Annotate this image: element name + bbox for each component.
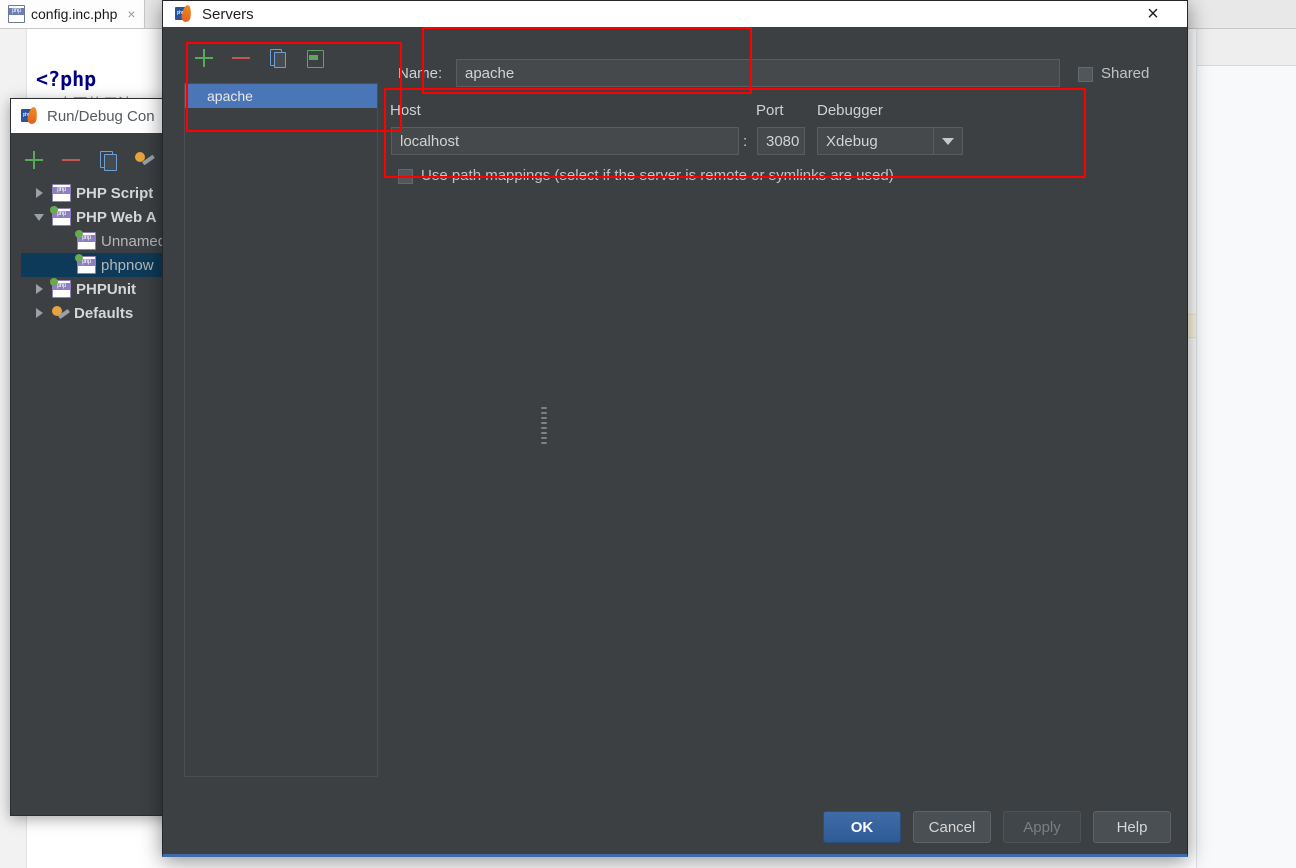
servers-list[interactable]: apache	[184, 83, 378, 777]
phpstorm-icon	[21, 106, 39, 125]
debugger-select-value: Xdebug	[826, 132, 878, 150]
plus-icon[interactable]	[23, 149, 45, 171]
php-web-config-icon	[75, 230, 96, 250]
port-input[interactable]: 3080	[757, 127, 805, 155]
php-config-icon	[52, 184, 71, 202]
apply-button[interactable]: Apply	[1003, 811, 1081, 843]
name-input[interactable]: apache	[456, 59, 1060, 87]
import-icon[interactable]	[304, 47, 326, 69]
chevron-down-icon[interactable]	[33, 210, 47, 224]
host-input-value: localhost	[400, 132, 460, 150]
port-input-value: 3080	[766, 132, 800, 150]
debugger-label: Debugger	[817, 102, 883, 119]
shared-checkbox[interactable]	[1078, 67, 1093, 82]
editor-tab-label: config.inc.php	[31, 6, 118, 22]
copy-icon[interactable]	[97, 149, 119, 171]
name-input-value: apache	[465, 64, 515, 82]
php-web-config-icon	[75, 254, 96, 274]
php-file-icon	[8, 5, 25, 23]
minus-icon[interactable]	[60, 149, 82, 171]
servers-dialog-titlebar: Servers ×	[163, 1, 1187, 27]
name-label: Name:	[398, 65, 443, 82]
shared-label: Shared	[1101, 65, 1150, 82]
chevron-right-icon[interactable]	[33, 186, 47, 200]
editor-tab-config-inc-php[interactable]: config.inc.php ×	[0, 0, 145, 28]
tree-row-label: PHP Script	[76, 184, 154, 202]
ok-button[interactable]: OK	[823, 811, 901, 843]
tree-row-label: Unnamed	[101, 232, 167, 250]
tree-row-label: PHP Web A	[76, 208, 157, 226]
debugger-select[interactable]: Xdebug	[817, 127, 963, 155]
plus-icon[interactable]	[193, 47, 215, 69]
host-input[interactable]: localhost	[391, 127, 739, 155]
servers-dialog-title: Servers	[202, 5, 254, 23]
phpunit-config-icon	[50, 278, 71, 298]
copy-icon[interactable]	[267, 47, 289, 69]
servers-dialog: Servers × apache Name	[162, 0, 1188, 857]
code-line-php-open: <?php	[36, 67, 97, 91]
servers-list-item-label: apache	[207, 88, 253, 104]
tree-row-label: phpnow	[101, 256, 154, 274]
use-path-mappings-label: Use path mappings (select if the server …	[421, 167, 894, 184]
tree-row-label: PHPUnit	[76, 280, 136, 298]
editor-right-panel-header	[1197, 29, 1296, 66]
servers-list-toolbar	[193, 47, 326, 69]
close-icon[interactable]: ×	[1137, 1, 1169, 27]
servers-dialog-body: apache Name: apache Shared Host Port Deb…	[163, 27, 1187, 854]
use-path-mappings-checkbox[interactable]	[398, 169, 413, 184]
wrench-icon[interactable]	[134, 149, 156, 171]
host-port-separator: :	[743, 133, 748, 150]
port-label: Port	[756, 102, 784, 119]
tree-row-label: Defaults	[74, 304, 134, 322]
dialog-splitter-handle[interactable]	[541, 407, 547, 447]
chevron-right-icon[interactable]	[33, 306, 47, 320]
close-icon[interactable]: ×	[127, 7, 135, 21]
minus-icon[interactable]	[230, 47, 252, 69]
defaults-icon	[52, 305, 69, 321]
chevron-down-icon[interactable]	[933, 128, 962, 154]
run-debug-window-title: Run/Debug Con	[47, 107, 155, 125]
php-web-config-icon	[50, 206, 71, 226]
host-label: Host	[390, 102, 421, 119]
help-button[interactable]: Help	[1093, 811, 1171, 843]
screen-root: <?php // 本页的用法 config.inc.php × Run/Debu…	[0, 0, 1296, 868]
cancel-button[interactable]: Cancel	[913, 811, 991, 843]
editor-right-panel	[1196, 29, 1296, 868]
phpstorm-icon	[175, 4, 193, 23]
servers-list-item-apache[interactable]: apache	[185, 84, 377, 108]
chevron-right-icon[interactable]	[33, 282, 47, 296]
